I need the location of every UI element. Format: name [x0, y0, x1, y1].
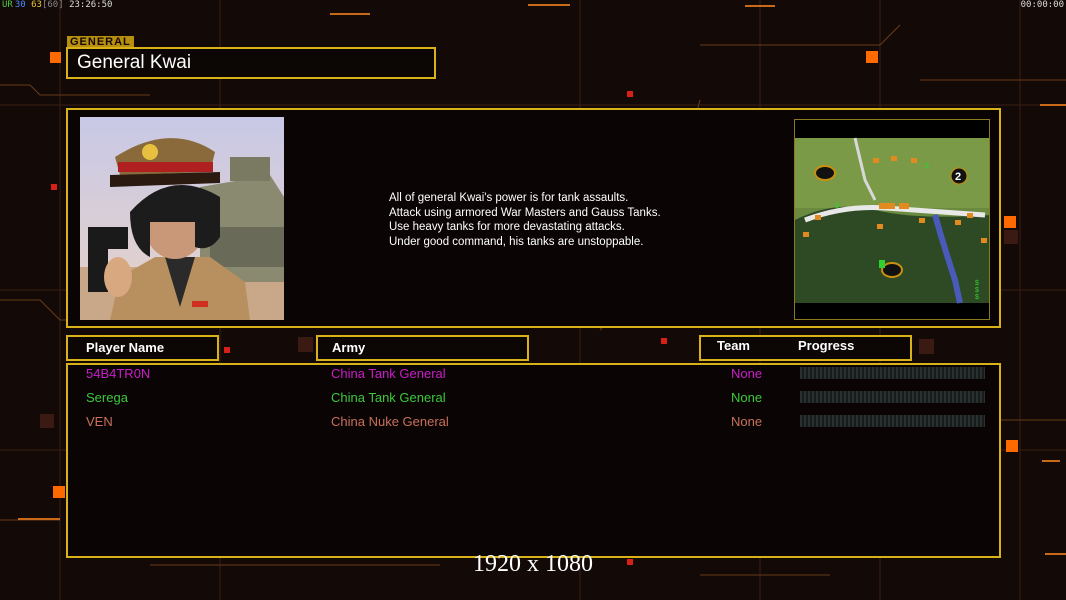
start-position-marker: 2 [955, 171, 961, 183]
player-progress-bar [800, 391, 985, 403]
player-team: None [731, 414, 763, 429]
general-description: All of general Kwai's power is for tank … [389, 191, 661, 249]
general-title: General Kwai [66, 47, 436, 79]
player-army: China Tank General [331, 366, 446, 381]
column-label-army: Army [332, 340, 366, 355]
description-line: Attack using armored War Masters and Gau… [389, 206, 661, 219]
general-portrait-image [80, 117, 284, 320]
column-label-team: Team [717, 338, 750, 353]
supply-label: $ [925, 163, 929, 170]
debug-hud: UR 30 63[60] 23:26:50 [2, 0, 112, 10]
player-team: None [731, 390, 763, 405]
game-timer: 00:00:00 [1020, 0, 1064, 10]
description-line: Use heavy tanks for more devastating att… [389, 221, 625, 233]
player-team: None [731, 366, 763, 381]
player-progress-bar [800, 415, 985, 427]
minimap-image: 2 $ $ $ $ $ [795, 137, 989, 304]
header-army: Army [316, 335, 529, 361]
fps-cap: [60] [41, 0, 64, 10]
resolution-label: 1920 x 1080 [473, 551, 593, 577]
header-team-progress: Team Progress [699, 335, 912, 361]
minimap: 2 $ $ $ $ $ [794, 119, 990, 320]
fps-value: 63 [31, 0, 42, 10]
supply-label: $ [975, 294, 979, 301]
description-line: All of general Kwai's power is for tank … [389, 192, 629, 204]
general-portrait [80, 117, 284, 320]
description-line: Under good command, his tanks are unstop… [389, 235, 644, 248]
supply-label: $ [835, 203, 839, 210]
player-army: China Tank General [331, 390, 446, 405]
header-player-name: Player Name [66, 335, 219, 361]
player-name: VEN [86, 414, 113, 429]
supply-label: $ [975, 287, 979, 294]
column-label-progress: Progress [798, 338, 855, 353]
player-name: Serega [86, 390, 128, 405]
ur-value: 30 [14, 0, 26, 10]
supply-label: $ [975, 280, 979, 287]
player-army: China Nuke General [331, 414, 449, 429]
player-name: 54B4TR0N [86, 366, 151, 381]
column-label-player-name: Player Name [86, 340, 165, 355]
player-progress-bar [800, 367, 985, 379]
clock: 23:26:50 [69, 0, 113, 10]
ur-label: UR [2, 0, 13, 10]
